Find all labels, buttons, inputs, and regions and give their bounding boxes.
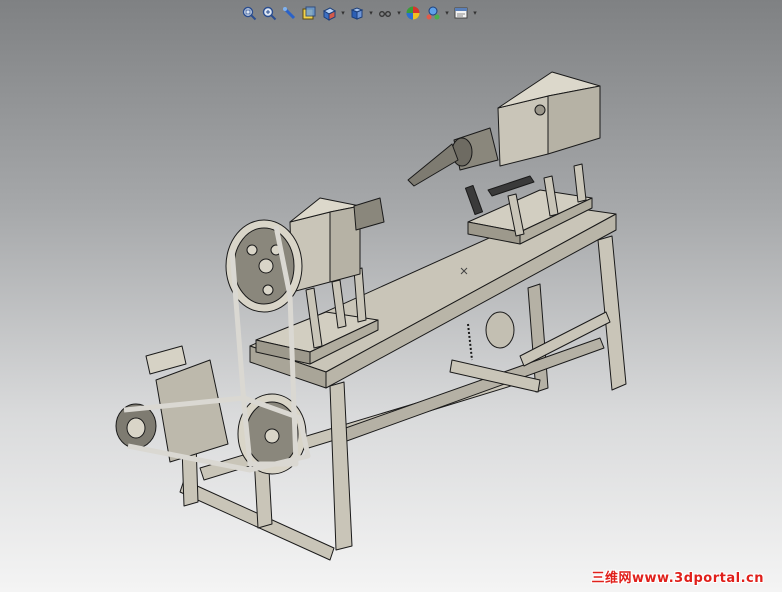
motor-terminal-box: [145, 345, 187, 375]
flywheel: [485, 311, 515, 349]
frame-leg-back-right: [597, 235, 627, 391]
tailstock-live-center: [407, 143, 459, 187]
watermark: 三维网www.3dportal.cn: [591, 571, 764, 586]
lathe-assembly-model[interactable]: [0, 0, 782, 592]
graphics-area[interactable]: ▾ ▾ ▾ ▾ ▾ 三维网www.3dportal.cn: [0, 0, 782, 592]
frame-leg-front-right: [329, 381, 353, 551]
motor-pulley-hub: [126, 417, 146, 439]
headstock-pulley-hole-2: [246, 244, 258, 256]
tailstock-top-knob: [534, 104, 546, 116]
tailstock-housing-side: [547, 85, 601, 155]
headstock-spindle-chuck: [353, 197, 385, 231]
frame-leg-back-mid: [527, 283, 549, 393]
tailstock-lever: [464, 184, 484, 216]
headstock-pulley-hole-1: [258, 258, 274, 274]
motor-body: [155, 359, 229, 463]
drive-chain: [467, 323, 473, 361]
jackshaft-pulley-hub: [264, 428, 280, 444]
tailstock-handle: [487, 175, 535, 197]
headstock-pulley-hole-4: [262, 284, 274, 296]
